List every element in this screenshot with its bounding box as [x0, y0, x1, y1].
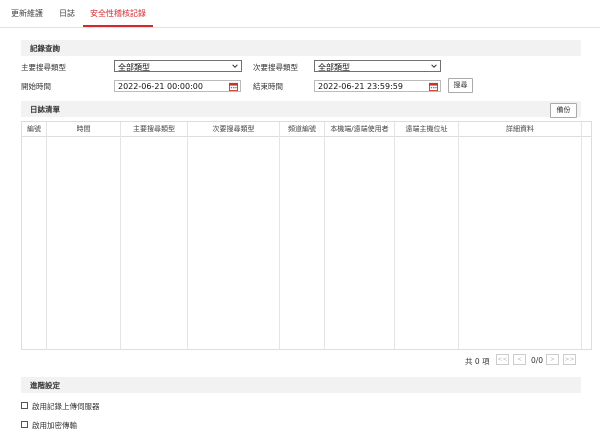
column-header-time[interactable]: 時間 — [47, 122, 120, 136]
chevron-down-icon — [431, 64, 437, 68]
upload-server-checkbox[interactable] — [21, 402, 28, 409]
column-header-number[interactable]: 編號 — [22, 122, 46, 136]
record-query-title: 記錄查詢 — [30, 44, 60, 53]
sub-type-select[interactable]: 全部類型 — [314, 60, 441, 72]
main-type-select[interactable]: 全部類型 — [114, 60, 242, 72]
start-time-input[interactable]: 2022-06-21 00:00:00 — [114, 80, 241, 92]
end-time-value: 2022-06-21 23:59:59 — [318, 82, 403, 91]
search-button[interactable]: 搜尋 — [448, 78, 473, 93]
sub-type-label: 次要搜尋類型 — [253, 63, 298, 72]
column-divider — [324, 122, 325, 350]
prev-page-button[interactable]: < — [513, 354, 526, 365]
log-list-header: 日誌清單 — [21, 101, 581, 117]
advanced-settings-header: 進階設定 — [21, 377, 581, 393]
sub-type-value: 全部類型 — [318, 63, 350, 72]
encrypted-transfer-label: 啟用加密傳輸 — [32, 421, 77, 430]
column-header-channel[interactable]: 頻道編號 — [280, 122, 324, 136]
column-divider — [187, 122, 188, 350]
tab-update-maintenance[interactable]: 更新維護 — [11, 0, 43, 26]
tab-security-audit-log[interactable]: 安全性稽核記錄 — [83, 0, 153, 27]
tab-log[interactable]: 日誌 — [59, 0, 75, 26]
calendar-icon[interactable] — [229, 82, 238, 91]
total-count: 共 0 項 — [465, 357, 490, 366]
column-divider — [120, 122, 121, 350]
upload-server-label: 啟用記錄上傳伺服器 — [32, 402, 100, 411]
column-divider — [46, 122, 47, 350]
log-table: 編號 時間 主要搜尋類型 次要搜尋類型 頻道編號 本機端/遠端使用者 遠端主機位… — [21, 121, 592, 350]
backup-button[interactable]: 備份 — [550, 103, 577, 118]
tab-bar: 更新維護 日誌 安全性稽核記錄 — [0, 0, 600, 28]
advanced-settings-title: 進階設定 — [30, 381, 60, 390]
start-time-value: 2022-06-21 00:00:00 — [118, 82, 203, 91]
end-time-label: 結束時間 — [253, 82, 283, 91]
last-page-button[interactable]: >> — [563, 354, 576, 365]
main-type-label: 主要搜尋類型 — [21, 63, 66, 72]
column-header-details[interactable]: 詳細資料 — [459, 122, 581, 136]
page-indicator: 0/0 — [531, 356, 544, 365]
calendar-icon[interactable] — [429, 82, 438, 91]
column-divider — [458, 122, 459, 350]
main-type-value: 全部類型 — [118, 63, 150, 72]
column-divider — [581, 122, 582, 350]
first-page-button[interactable]: << — [496, 354, 509, 365]
encrypted-transfer-checkbox[interactable] — [21, 421, 28, 428]
record-query-header: 記錄查詢 — [21, 40, 581, 56]
next-page-button[interactable]: > — [546, 354, 559, 365]
column-header-remote-host[interactable]: 遠端主機位址 — [395, 122, 458, 136]
column-header-main-type[interactable]: 主要搜尋類型 — [121, 122, 187, 136]
chevron-down-icon — [232, 64, 238, 68]
table-header: 編號 時間 主要搜尋類型 次要搜尋類型 頻道編號 本機端/遠端使用者 遠端主機位… — [22, 122, 591, 137]
log-list-title: 日誌清單 — [30, 105, 60, 114]
column-header-user[interactable]: 本機端/遠端使用者 — [325, 122, 394, 136]
column-divider — [279, 122, 280, 350]
column-header-sub-type[interactable]: 次要搜尋類型 — [188, 122, 279, 136]
end-time-input[interactable]: 2022-06-21 23:59:59 — [314, 80, 441, 92]
start-time-label: 開始時間 — [21, 82, 51, 91]
column-divider — [394, 122, 395, 350]
